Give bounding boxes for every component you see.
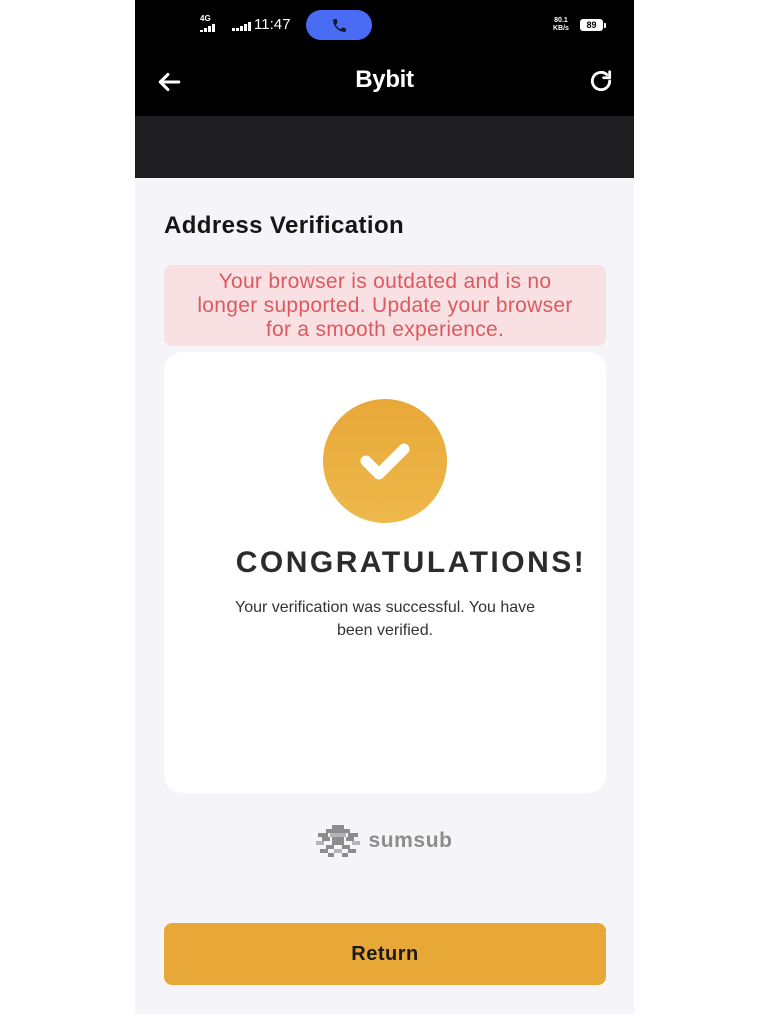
phone-icon: [332, 18, 346, 32]
powered-by-brand: sumsub: [135, 823, 634, 859]
success-badge: [323, 399, 447, 523]
refresh-icon: [590, 70, 612, 92]
clock: 11:47: [254, 16, 291, 33]
refresh-button[interactable]: [587, 67, 615, 95]
browser-outdated-alert: Your browser is outdated and is no longe…: [164, 265, 606, 346]
section-heading: Address Verification: [164, 212, 405, 239]
success-card: CONGRATULATIONS! Your verification was s…: [164, 352, 606, 793]
back-button[interactable]: [155, 68, 183, 96]
brand-name: sumsub: [368, 829, 453, 852]
alert-text: Your browser is outdated and is no longe…: [197, 269, 573, 341]
battery-icon: 89: [580, 19, 603, 31]
battery-terminal: [604, 23, 606, 28]
signal-bars-icon: [200, 24, 215, 32]
network-speed: 80.1 KB/s: [553, 17, 569, 33]
battery-level: 89: [586, 20, 597, 30]
ongoing-call-indicator[interactable]: [306, 10, 372, 40]
return-button[interactable]: Return: [164, 923, 606, 985]
check-icon: [360, 443, 410, 480]
success-message: Your verification was successful. You ha…: [234, 599, 536, 639]
app-bar: Bybit: [135, 50, 634, 116]
sumsub-logo-icon: [316, 825, 361, 857]
network-speed-unit: KB/s: [553, 25, 569, 32]
back-arrow-icon: [158, 72, 181, 92]
page-title: Bybit: [355, 66, 414, 93]
signal-icon: [232, 22, 251, 31]
network-type: 4G: [200, 14, 211, 23]
phone-screen: 4G 11:47 80.1 KB/s 89 Bybit Address Veri…: [135, 0, 634, 1014]
network-speed-value: 80.1: [554, 17, 568, 24]
toolbar-band: [135, 116, 634, 178]
status-bar: 4G 11:47 80.1 KB/s 89: [135, 0, 634, 50]
success-title: CONGRATULATIONS!: [235, 546, 587, 579]
signal-4g-icon: 4G: [200, 15, 224, 35]
